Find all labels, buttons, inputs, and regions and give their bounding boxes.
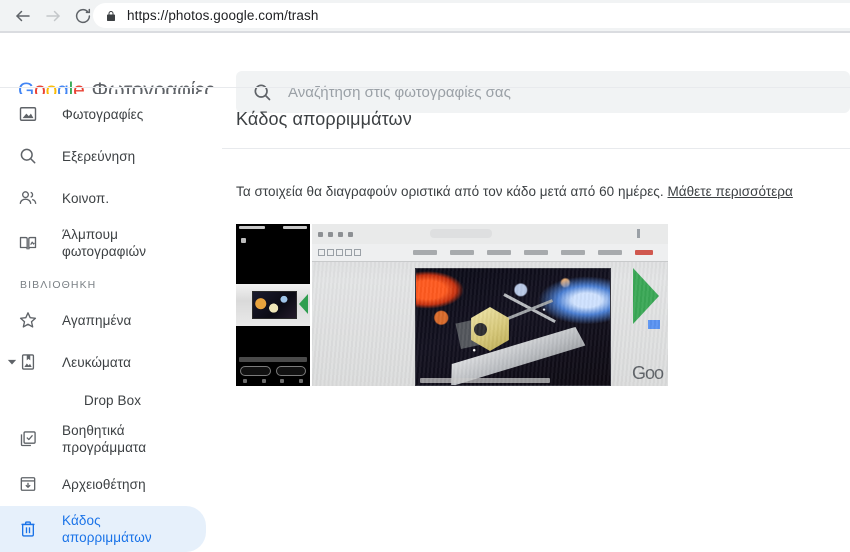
sidebar-item-trash[interactable]: Κάδος απορριμμάτων: [0, 506, 206, 552]
header-divider: [0, 87, 850, 88]
captured-bookmark-square: [327, 249, 334, 256]
jwst-telescope-image: [415, 268, 611, 386]
captured-bookmark-squares: [318, 249, 361, 256]
photo-icon: [18, 104, 44, 124]
captured-nav-links: [413, 250, 653, 255]
phone-nav-dot: [261, 379, 266, 383]
browser-toolbar: https://photos.google.com/trash: [0, 0, 850, 31]
phone-action-buttons: [240, 366, 306, 376]
captured-bookmark-square: [336, 249, 343, 256]
phone-nav-dot: [298, 379, 303, 383]
blue-accent-graphic: [648, 320, 660, 329]
captured-browser-toolbar: [312, 224, 668, 244]
url-text: https://photos.google.com/trash: [127, 8, 319, 23]
search-icon: [18, 146, 44, 166]
trash-icon: [18, 519, 44, 539]
phone-nav-bar: [236, 377, 310, 385]
sidebar-item-archive[interactable]: Αρχειοθέτηση: [0, 464, 222, 504]
star-icon: [18, 310, 44, 330]
trash-retention-notice: Τα στοιχεία θα διαγραφούν οριστικά από τ…: [236, 184, 793, 199]
captured-bookmark-square: [354, 249, 361, 256]
sidebar-subitem-drop-box[interactable]: Drop Box: [0, 384, 222, 416]
sidebar-item-label: Λευκώματα: [62, 354, 131, 370]
chevron-down-icon[interactable]: [5, 355, 19, 369]
album-book-icon: [18, 233, 44, 253]
sidebar-subitem-label: Drop Box: [84, 392, 142, 408]
captured-toolbar-icons: [318, 231, 353, 237]
trash-thumbnail-grid: Goo: [236, 224, 668, 386]
phone-nav-dot: [243, 379, 248, 383]
sidebar-item-sharing[interactable]: Κοινοπ.: [0, 178, 222, 218]
sidebar-item-albums[interactable]: Λευκώματα: [0, 342, 222, 382]
captured-nav-link-highlighted: [635, 250, 653, 255]
captured-reload-icon: [338, 231, 343, 237]
sidebar-item-explore[interactable]: Εξερεύνηση: [0, 136, 222, 176]
phone-inner-image: [252, 291, 297, 319]
archive-icon: [18, 474, 44, 494]
title-divider: [222, 148, 850, 149]
captured-back-icon: [318, 231, 323, 237]
status-left-blip: [239, 226, 265, 229]
sidebar-item-utilities[interactable]: Βοηθητικά προγράμματα: [0, 416, 222, 462]
sidebar-item-label: Αγαπημένα: [62, 312, 132, 328]
sidebar-item-label: Κάδος απορριμμάτων: [62, 513, 152, 545]
forward-button[interactable]: [38, 2, 68, 30]
phone-cursor-dot: [241, 238, 246, 243]
phone-status-bar: [236, 224, 310, 231]
reload-icon: [75, 8, 91, 23]
captured-lock-icon: [348, 231, 353, 237]
captured-menu-icon: [637, 229, 640, 238]
status-right-blip: [283, 226, 307, 229]
utilities-icon: [18, 429, 44, 449]
sidebar: Φωτογραφίες Εξερεύνηση Κοινοπ. Άλμπουμ φ…: [0, 94, 222, 552]
captured-bookmark-square: [318, 249, 325, 256]
captured-google-wordmark: Goo: [631, 363, 664, 383]
jwst-caption-bar: [420, 378, 550, 383]
captured-nav-link: [450, 250, 474, 255]
green-arrow-graphic: [633, 268, 659, 324]
monitor-photo-thumbnail[interactable]: Goo: [312, 224, 668, 386]
sidebar-item-favorites[interactable]: Αγαπημένα: [0, 300, 222, 340]
back-button[interactable]: [8, 2, 38, 30]
phone-green-arrow: [299, 294, 308, 314]
sidebar-item-label: Εξερεύνηση: [62, 148, 136, 164]
notice-text: Τα στοιχεία θα διαγραφούν οριστικά από τ…: [236, 184, 664, 199]
sidebar-item-label: Βοηθητικά προγράμματα: [62, 423, 147, 455]
captured-nav-link: [413, 250, 437, 255]
captured-nav-link: [487, 250, 511, 255]
phone-screenshot-thumbnail[interactable]: [236, 224, 310, 386]
people-icon: [18, 188, 44, 208]
main-content: Κάδος απορριμμάτων Τα στοιχεία θα διαγρα…: [222, 94, 850, 516]
phone-button-left: [240, 366, 271, 376]
jwst-mirror-center: [474, 323, 487, 336]
sidebar-item-label: Αρχειοθέτηση: [62, 476, 146, 492]
page-title: Κάδος απορριμμάτων: [236, 109, 412, 129]
forward-arrow-icon: [46, 10, 60, 21]
phone-caption-bar: [239, 357, 307, 362]
phone-button-right: [275, 366, 306, 376]
captured-bookmark-bar: [312, 244, 668, 262]
albums-bookmark-icon: [18, 352, 44, 372]
app-header: Google Φωτογραφίες: [0, 33, 850, 113]
captured-bookmark-square: [345, 249, 352, 256]
lock-icon: [107, 10, 115, 21]
sidebar-item-photo-books[interactable]: Άλμπουμ φωτογραφιών: [0, 220, 222, 266]
captured-nav-link: [524, 250, 548, 255]
sidebar-item-photos[interactable]: Φωτογραφίες: [0, 94, 222, 134]
sidebar-item-label: Άλμπουμ φωτογραφιών: [62, 227, 147, 259]
captured-nav-link: [598, 250, 622, 255]
captured-url-pill: [430, 229, 492, 238]
captured-nav-link: [561, 250, 585, 255]
sidebar-item-label: Φωτογραφίες: [62, 106, 144, 122]
address-bar[interactable]: https://photos.google.com/trash: [93, 3, 850, 28]
back-arrow-icon: [16, 10, 30, 21]
sidebar-item-label: Κοινοπ.: [62, 190, 110, 206]
phone-nav-dot: [280, 379, 285, 383]
captured-forward-icon: [328, 231, 333, 237]
learn-more-link[interactable]: Μάθετε περισσότερα: [667, 184, 792, 199]
library-section-label: ΒΙΒΛΙΟΘΗΚΗ: [20, 279, 97, 291]
